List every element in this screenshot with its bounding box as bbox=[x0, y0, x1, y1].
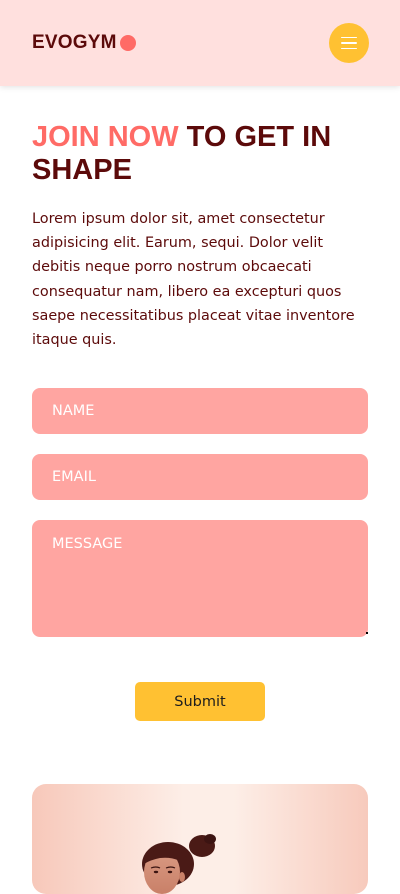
intro-paragraph: Lorem ipsum dolor sit, amet consectetur … bbox=[32, 211, 355, 349]
submit-button[interactable]: Submit bbox=[135, 682, 265, 721]
title-accent: JOIN NOW bbox=[32, 121, 179, 153]
contact-image bbox=[32, 784, 368, 894]
logo-dot-icon bbox=[119, 35, 136, 51]
page-title: JOIN NOW TO GET IN SHAPE bbox=[32, 121, 372, 187]
logo[interactable]: EVOGYM bbox=[32, 32, 136, 54]
woman-photo-illustration bbox=[142, 834, 216, 894]
logo-text: EVOGYM bbox=[32, 32, 117, 53]
name-input[interactable] bbox=[32, 388, 368, 434]
resize-handle[interactable] bbox=[366, 632, 368, 634]
top-navbar: EVOGYM bbox=[0, 0, 400, 86]
message-textarea[interactable] bbox=[32, 520, 368, 637]
email-input[interactable] bbox=[32, 454, 368, 500]
hamburger-menu-icon bbox=[341, 36, 357, 39]
hamburger-menu-icon bbox=[341, 42, 357, 44]
hamburger-menu-button[interactable] bbox=[329, 23, 369, 63]
hamburger-menu-icon bbox=[341, 47, 357, 50]
